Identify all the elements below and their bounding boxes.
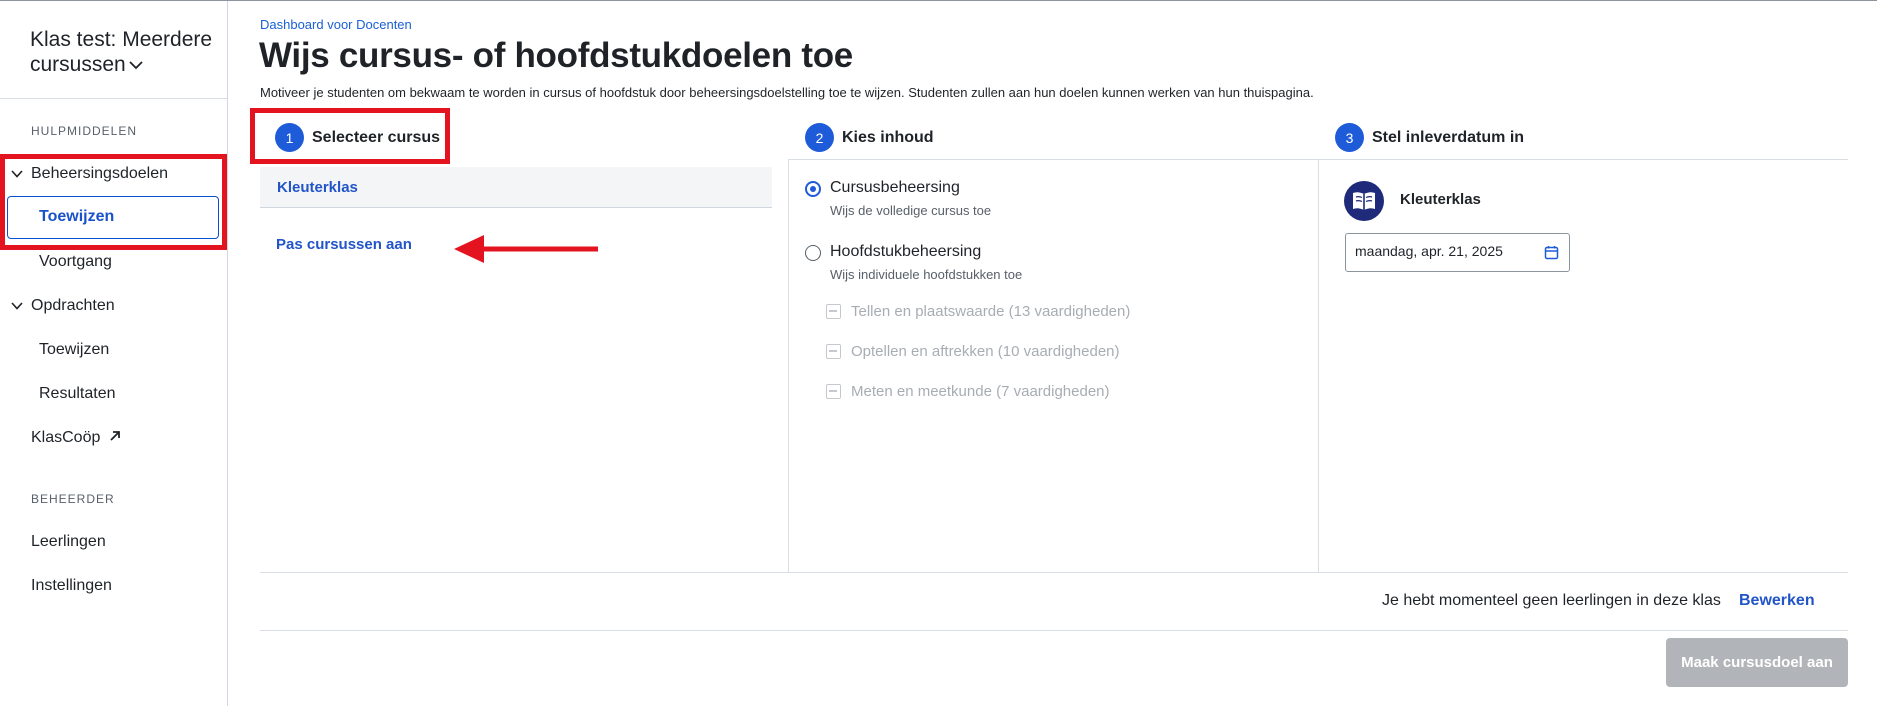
chapter-item: Optellen en aftrekken (10 vaardigheden)	[826, 343, 1120, 360]
chapter-label: Meten en meetkunde (7 vaardigheden)	[851, 383, 1110, 400]
option-chapter-mastery[interactable]: Hoofdstukbeheersing	[805, 243, 981, 261]
chapter-item: Meten en meetkunde (7 vaardigheden)	[826, 383, 1110, 400]
sidebar-item-klascoop[interactable]: KlasCoöp	[31, 428, 122, 448]
nav-group-assignments-label: Opdrachten	[31, 297, 115, 314]
sidebar: Klas test: Meerdere cursussen HULPMIDDEL…	[0, 1, 228, 706]
sidebar-item-label: Toewijzen	[39, 208, 115, 225]
option-course-mastery[interactable]: Cursusbeheersing	[805, 179, 960, 197]
section-label-admin: BEHEERDER	[31, 492, 115, 506]
annotation-arrow-icon	[454, 235, 598, 263]
page-description: Motiveer je studenten om bekwaam te word…	[260, 85, 1314, 100]
chapter-checkbox	[826, 344, 841, 359]
external-link-icon	[110, 431, 121, 441]
column-divider	[788, 160, 789, 573]
sidebar-item-label: KlasCoöp	[31, 429, 101, 446]
chapter-label: Tellen en plaatswaarde (13 vaardigheden)	[851, 303, 1131, 320]
footer-divider	[260, 572, 1848, 573]
footer-divider	[260, 630, 1848, 631]
chapter-label: Optellen en aftrekken (10 vaardigheden)	[851, 343, 1120, 360]
no-students-message: Je hebt momenteel geen leerlingen in dez…	[1382, 592, 1721, 609]
adjust-courses-link[interactable]: Pas cursussen aan	[276, 236, 412, 253]
option-title: Cursusbeheersing	[830, 179, 960, 196]
step-set-due-date: 3 Stel inleverdatum in	[1335, 123, 1524, 152]
page-title: Wijs cursus- of hoofdstukdoelen toe	[259, 36, 853, 75]
create-course-goal-button[interactable]: Maak cursusdoel aan	[1666, 638, 1848, 687]
sidebar-item-mastery-assign[interactable]: Toewijzen	[7, 196, 219, 239]
radio-course-mastery[interactable]	[805, 181, 821, 197]
edit-link[interactable]: Bewerken	[1739, 592, 1815, 610]
course-name: Kleuterklas	[277, 179, 358, 196]
nav-group-mastery-label: Beheersingsdoelen	[31, 165, 168, 182]
calendar-icon[interactable]	[1544, 245, 1559, 260]
step-number: 3	[1335, 123, 1364, 152]
class-title: Klas test: Meerdere cursussen	[30, 28, 213, 76]
due-date-course-name: Kleuterklas	[1400, 191, 1481, 208]
option-subtitle: Wijs individuele hoofdstukken toe	[830, 267, 1023, 282]
sidebar-item-assignments-assign[interactable]: Toewijzen	[39, 340, 109, 360]
sidebar-item-mastery-progress[interactable]: Voortgang	[39, 252, 112, 272]
breadcrumb[interactable]: Dashboard voor Docenten	[260, 17, 412, 32]
nav-group-assignments[interactable]: Opdrachten	[10, 296, 115, 316]
sidebar-item-settings[interactable]: Instellingen	[31, 576, 112, 596]
chapter-item: Tellen en plaatswaarde (13 vaardigheden)	[826, 303, 1130, 320]
option-title: Hoofdstukbeheersing	[830, 243, 982, 260]
chevron-down-icon	[129, 61, 143, 70]
course-book-icon	[1344, 181, 1384, 221]
nav-group-mastery[interactable]: Beheersingsdoelen	[10, 164, 168, 184]
step-number: 2	[805, 123, 834, 152]
chapter-checkbox	[826, 384, 841, 399]
step-choose-content: 2 Kies inhoud	[805, 123, 934, 152]
due-date-field[interactable]	[1345, 233, 1570, 272]
top-rule	[0, 0, 1877, 1]
sidebar-item-assignments-results[interactable]: Resultaten	[39, 384, 116, 404]
radio-chapter-mastery[interactable]	[805, 245, 821, 261]
step-select-course: 1 Selecteer cursus	[275, 123, 440, 152]
chevron-down-icon	[11, 170, 23, 178]
sidebar-divider	[0, 98, 227, 99]
sidebar-item-students[interactable]: Leerlingen	[31, 532, 106, 552]
column-divider	[1318, 160, 1319, 573]
step-label: Kies inhoud	[842, 128, 934, 146]
chevron-down-icon	[11, 302, 23, 310]
due-date-input[interactable]	[1355, 243, 1535, 259]
chapter-checkbox	[826, 304, 841, 319]
section-label-tools: HULPMIDDELEN	[31, 124, 138, 138]
option-subtitle: Wijs de volledige cursus toe	[830, 203, 992, 218]
step-number: 1	[275, 123, 304, 152]
step-label: Stel inleverdatum in	[1372, 128, 1525, 146]
course-item-selected[interactable]: Kleuterklas	[260, 167, 772, 208]
class-switcher[interactable]: Klas test: Meerdere cursussen	[30, 27, 220, 77]
book-icon	[1353, 192, 1375, 210]
step-label: Selecteer cursus	[312, 128, 441, 146]
